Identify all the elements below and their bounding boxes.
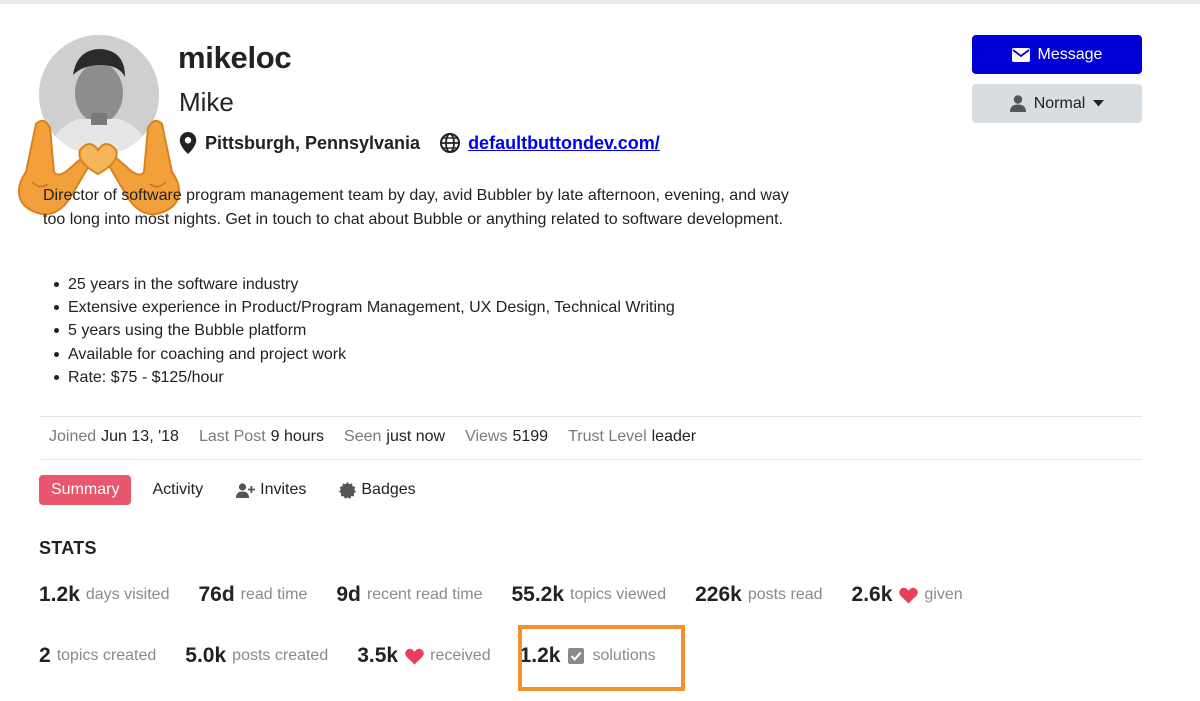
meta-label: Trust Level (568, 428, 647, 445)
meta-seen: Seen just now (344, 428, 445, 446)
stat-label: read time (240, 586, 308, 603)
stat-days-visited: 1.2k days visited (39, 583, 169, 607)
stat-topics-created: 2 topics created (39, 644, 156, 668)
envelope-icon (1011, 47, 1030, 62)
tab-label: Summary (51, 481, 120, 498)
stat-value: 55.2k (511, 583, 565, 606)
bio-bullet: Extensive experience in Product/Program … (43, 296, 803, 319)
stat-label: recent read time (366, 586, 483, 603)
user-plus-icon (236, 482, 256, 498)
stat-label: days visited (85, 586, 170, 603)
stat-label: given (924, 586, 963, 603)
stat-value: 9d (336, 583, 361, 606)
notification-level-dropdown[interactable]: Normal (972, 84, 1142, 123)
stat-label: received (430, 647, 491, 664)
meta-value[interactable]: 9 hours (271, 428, 324, 445)
stat-value: 1.2k (39, 583, 80, 606)
stat-value: 76d (198, 583, 235, 606)
stat-posts-created: 5.0k posts created (185, 644, 328, 668)
tab-label: Badges (361, 481, 416, 498)
tab-invites[interactable]: Invites (224, 475, 318, 505)
stat-label: topics viewed (570, 586, 667, 603)
notification-level-label: Normal (1033, 94, 1086, 112)
meta-label: Views (465, 428, 508, 445)
message-button[interactable]: Message (972, 35, 1142, 74)
bio-bullet-list: 25 years in the software industry Extens… (43, 273, 803, 389)
username: mikeloc (178, 40, 292, 75)
tab-label: Invites (260, 481, 307, 498)
message-button-label: Message (1037, 45, 1103, 63)
bio-bullet: Rate: $75 - $125/hour (43, 366, 803, 389)
stat-value: 226k (695, 583, 742, 606)
heart-icon (899, 587, 919, 603)
meta-value: just now (386, 428, 446, 445)
meta-label: Joined (49, 428, 97, 445)
globe-icon (440, 133, 461, 153)
stat-recent-read-time: 9d recent read time (336, 583, 482, 607)
bio-bullet: Available for coaching and project work (43, 343, 803, 366)
stat-value: 3.5k (357, 644, 399, 667)
stat-value: 2 (39, 644, 51, 667)
tab-activity[interactable]: Activity (140, 475, 215, 505)
stats-row: 1.2k days visited 76d read time 9d recen… (39, 583, 992, 607)
website-link[interactable]: defaultbuttondev.com/ (468, 133, 660, 154)
divider (39, 416, 1142, 417)
stat-likes-given: 2.6k given (852, 583, 963, 607)
meta-label: Last Post (198, 428, 266, 445)
stats-heading: STATS (39, 538, 97, 558)
map-marker-icon (179, 132, 197, 154)
full-name: Mike (179, 87, 234, 117)
bio-text: Director of software program management … (43, 187, 789, 228)
profile-tabs: Summary Activity Invites Badges (39, 475, 437, 505)
meta-value: 5199 (512, 428, 549, 445)
tab-badges[interactable]: Badges (327, 475, 427, 505)
meta-value: Jun 13, '18 (101, 428, 179, 445)
tab-summary[interactable]: Summary (39, 475, 132, 505)
meta-views: Views 5199 (465, 428, 548, 446)
bio-bullet: 5 years using the Bubble platform (43, 319, 803, 342)
stat-label: topics created (56, 647, 157, 664)
badge-icon (339, 481, 357, 499)
stat-likes-received: 3.5k received (357, 644, 490, 668)
divider (39, 459, 1142, 460)
stat-value: 5.0k (185, 644, 227, 667)
stat-posts-read: 226k posts read (695, 583, 822, 607)
location-row: Pittsburgh, Pennsylvania defaultbuttonde… (179, 131, 660, 155)
meta-trust-level: Trust Level leader (568, 428, 696, 446)
meta-value: leader (651, 428, 697, 445)
bio-bullet: 25 years in the software industry (43, 273, 803, 296)
top-border (0, 0, 1200, 4)
meta-joined: Joined Jun 13, '18 (49, 428, 179, 446)
stat-label: posts read (747, 586, 823, 603)
user-meta-row: Joined Jun 13, '18 Last Post 9 hours Seen j… (49, 428, 716, 446)
user-icon (1009, 95, 1026, 112)
stat-read-time: 76d read time (198, 583, 307, 607)
tab-label: Activity (152, 481, 204, 498)
location-text: Pittsburgh, Pennsylvania (205, 132, 421, 153)
meta-last-post: Last Post 9 hours (199, 428, 324, 446)
stat-topics-viewed: 55.2k topics viewed (511, 583, 666, 607)
meta-label: Seen (344, 428, 382, 445)
stat-value: 2.6k (851, 583, 893, 606)
stat-label: posts created (232, 647, 329, 664)
heart-icon (405, 648, 424, 664)
solutions-highlight-box (518, 625, 685, 691)
caret-down-icon (1093, 100, 1105, 107)
